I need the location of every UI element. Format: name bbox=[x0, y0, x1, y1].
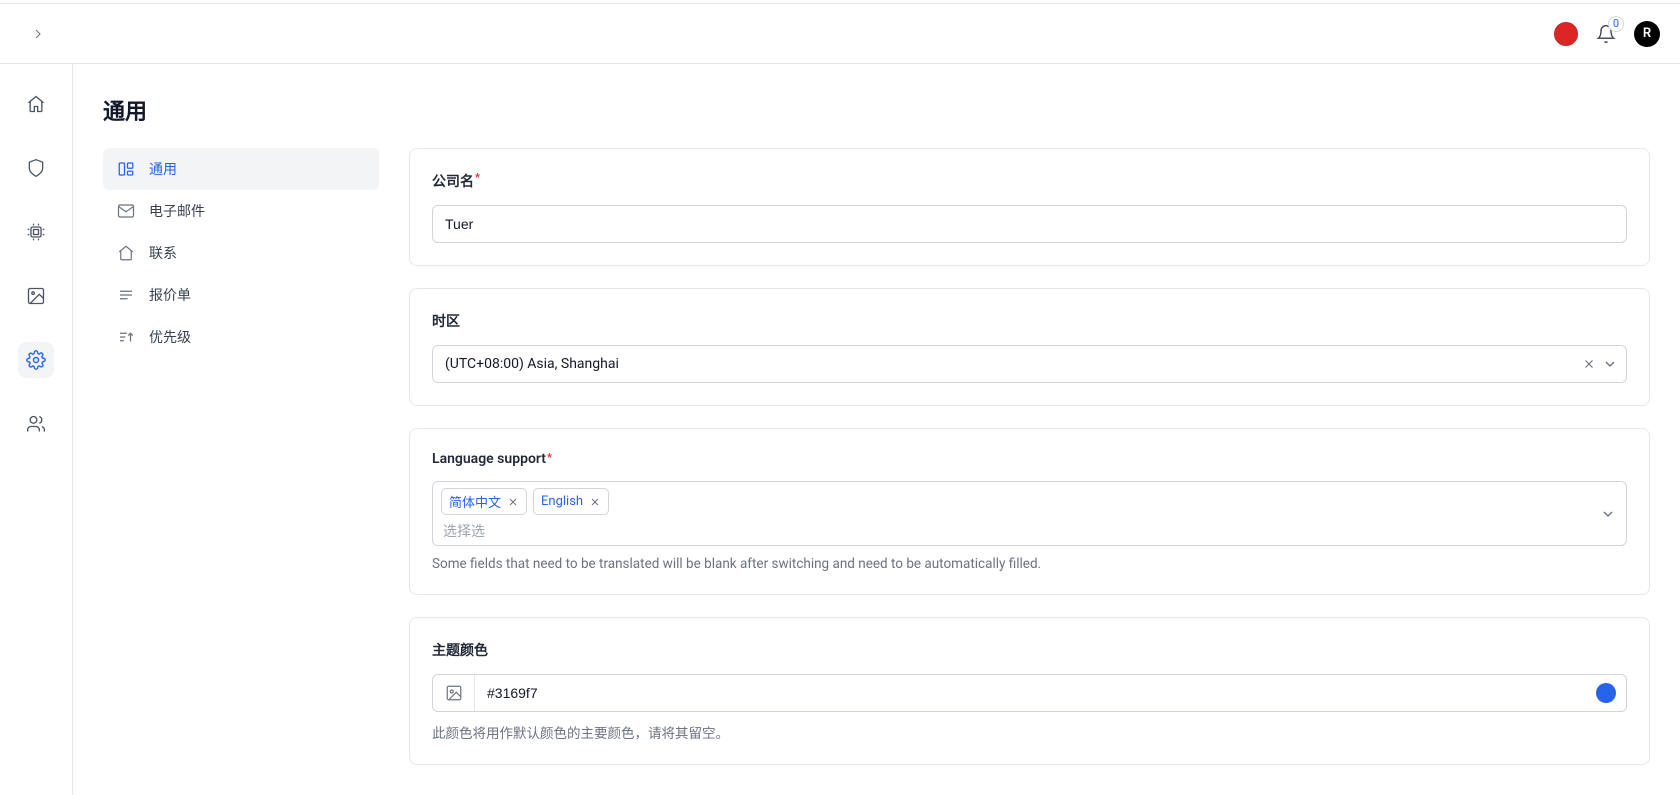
select-actions bbox=[1582, 356, 1618, 372]
language-help-text: Some fields that need to be translated w… bbox=[432, 556, 1627, 572]
company-input[interactable] bbox=[432, 205, 1627, 243]
settings-layout: 通用 电子邮件 联系 bbox=[103, 148, 1650, 765]
timezone-card: 时区 (UTC+08:00) Asia, Shanghai bbox=[409, 288, 1650, 406]
chip-row: 简体中文 English bbox=[441, 488, 1590, 515]
chevron-down-icon[interactable] bbox=[1600, 506, 1616, 522]
layout-icon bbox=[117, 160, 135, 178]
page-title: 通用 bbox=[103, 94, 1650, 126]
nav-security[interactable] bbox=[18, 150, 54, 186]
nav-users[interactable] bbox=[18, 406, 54, 442]
clear-icon[interactable] bbox=[1582, 357, 1596, 371]
theme-label: 主题颜色 bbox=[432, 640, 1627, 660]
color-picker-icon[interactable] bbox=[433, 675, 475, 711]
side-tab-priority[interactable]: 优先级 bbox=[103, 316, 379, 358]
recording-indicator[interactable] bbox=[1554, 22, 1578, 46]
chevron-down-icon[interactable] bbox=[1602, 356, 1618, 372]
settings-form: 公司名* 时区 (UTC+08:00) Asia, Shanghai bbox=[409, 148, 1650, 765]
side-tab-contact[interactable]: 联系 bbox=[103, 232, 379, 274]
mail-icon bbox=[117, 202, 135, 220]
language-chip-en: English bbox=[533, 488, 609, 515]
app-header: 0 R bbox=[0, 4, 1680, 64]
avatar[interactable]: R bbox=[1634, 21, 1660, 47]
side-tab-label: 通用 bbox=[149, 159, 177, 179]
required-asterisk: * bbox=[475, 171, 480, 184]
timezone-label: 时区 bbox=[432, 311, 1627, 331]
chip-remove-icon[interactable] bbox=[507, 496, 519, 508]
chevron-right-icon[interactable] bbox=[28, 24, 48, 44]
settings-side-tabs: 通用 电子邮件 联系 bbox=[103, 148, 379, 765]
side-tab-label: 报价单 bbox=[149, 285, 191, 305]
app-shell: 通用 通用 电子邮件 bbox=[0, 64, 1680, 795]
multiselect-placeholder: 选择选 bbox=[441, 521, 1590, 541]
company-card: 公司名* bbox=[409, 148, 1650, 266]
side-tab-label: 电子邮件 bbox=[149, 201, 205, 221]
side-tab-quotation[interactable]: 报价单 bbox=[103, 274, 379, 316]
side-tab-label: 优先级 bbox=[149, 327, 191, 347]
nav-home[interactable] bbox=[18, 86, 54, 122]
label-text: 公司名 bbox=[432, 174, 474, 190]
home-icon bbox=[117, 244, 135, 262]
theme-help-text: 此颜色将用作默认颜色的主要颜色，请将其留空。 bbox=[432, 722, 1627, 742]
nav-settings[interactable] bbox=[18, 342, 54, 378]
chip-label: English bbox=[541, 494, 583, 509]
chip-remove-icon[interactable] bbox=[589, 496, 601, 508]
label-text: Language support bbox=[432, 451, 546, 467]
list-icon bbox=[117, 286, 135, 304]
language-label: Language support* bbox=[432, 451, 1627, 467]
company-label: 公司名* bbox=[432, 171, 1627, 191]
nav-rail bbox=[0, 64, 73, 795]
main-content: 通用 通用 电子邮件 bbox=[73, 64, 1680, 795]
side-tab-general[interactable]: 通用 bbox=[103, 148, 379, 190]
notifications-button[interactable]: 0 bbox=[1596, 24, 1616, 44]
language-multiselect[interactable]: 简体中文 English bbox=[432, 481, 1627, 546]
language-chip-zh: 简体中文 bbox=[441, 488, 527, 515]
theme-color-input[interactable] bbox=[475, 675, 1596, 711]
avatar-initial: R bbox=[1643, 26, 1651, 41]
header-left bbox=[28, 24, 48, 44]
nav-image[interactable] bbox=[18, 278, 54, 314]
sort-ascending-icon bbox=[117, 328, 135, 346]
header-right: 0 R bbox=[1554, 21, 1660, 47]
notification-badge: 0 bbox=[1608, 16, 1624, 32]
language-card: Language support* 简体中文 English bbox=[409, 428, 1650, 595]
theme-card: 主题颜色 此颜色将用作默认颜色的主要颜色，请将其留空。 bbox=[409, 617, 1650, 765]
side-tab-email[interactable]: 电子邮件 bbox=[103, 190, 379, 232]
required-asterisk: * bbox=[547, 451, 552, 464]
nav-cpu[interactable] bbox=[18, 214, 54, 250]
timezone-select[interactable]: (UTC+08:00) Asia, Shanghai bbox=[432, 345, 1627, 383]
side-tab-label: 联系 bbox=[149, 243, 177, 263]
theme-color-control bbox=[432, 674, 1627, 712]
chip-label: 简体中文 bbox=[449, 492, 501, 511]
timezone-value: (UTC+08:00) Asia, Shanghai bbox=[445, 356, 619, 372]
color-swatch bbox=[1596, 683, 1616, 703]
